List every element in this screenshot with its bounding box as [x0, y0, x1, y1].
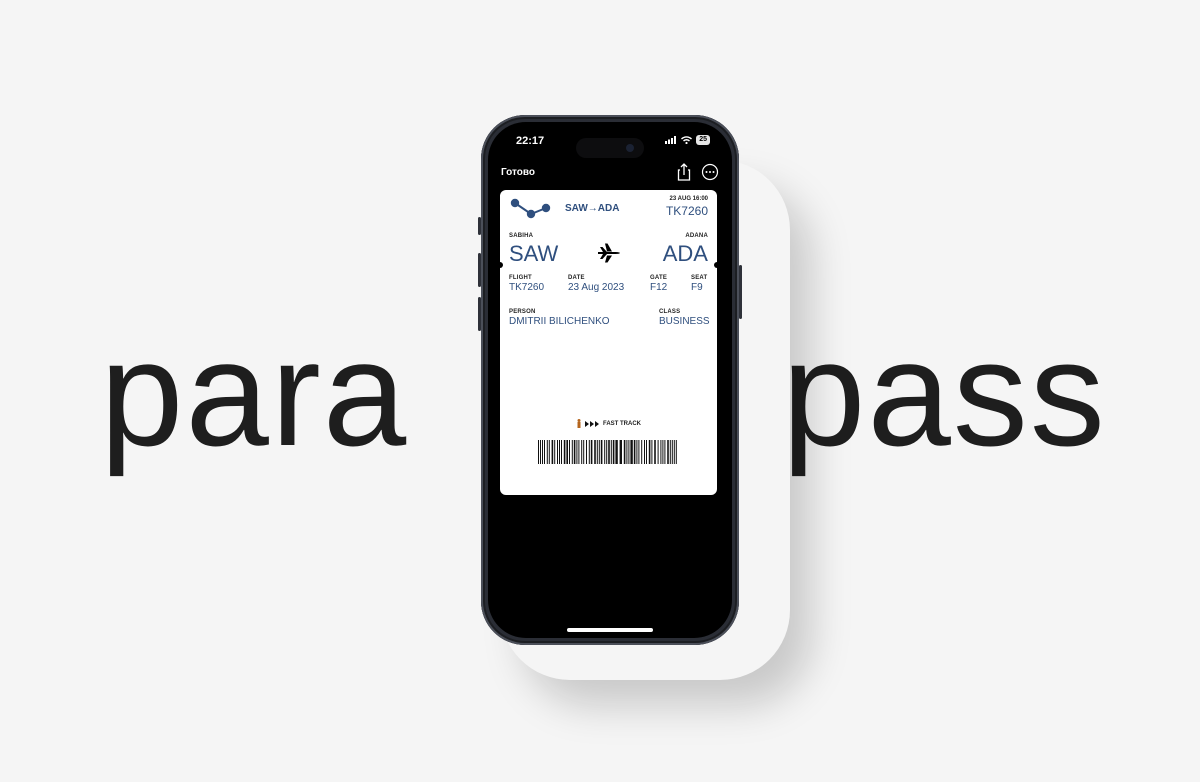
- class-label: CLASS: [659, 309, 681, 315]
- origin-code: SAW: [509, 241, 559, 266]
- action-button: [478, 217, 481, 235]
- header-flight: TK7260: [665, 204, 708, 218]
- date-value: 23 Aug 2023: [568, 282, 625, 293]
- logo-dots-icon: [510, 198, 551, 219]
- battery-icon: 25: [696, 135, 710, 145]
- status-icons: 25: [665, 135, 710, 145]
- volume-up-button: [478, 253, 481, 287]
- pass-notch-right: [714, 262, 720, 268]
- status-time: 22:17: [516, 135, 545, 147]
- signal-icon: [665, 136, 677, 144]
- fast-track-badge: FAST TRACK: [576, 419, 641, 428]
- barcode: [538, 440, 677, 464]
- date-label: DATE: [568, 275, 585, 281]
- fast-track-icon: [577, 419, 581, 428]
- fast-track-label: FAST TRACK: [603, 420, 641, 427]
- done-button[interactable]: Готово: [501, 167, 535, 178]
- pass-notch-left: [497, 262, 503, 268]
- flight-label: FLIGHT: [509, 275, 532, 281]
- class-value: BUSINESS: [659, 316, 710, 327]
- flight-value: TK7260: [509, 282, 545, 293]
- volume-down-button: [478, 297, 481, 331]
- home-indicator[interactable]: [567, 628, 653, 632]
- destination-label: ADANA: [685, 233, 708, 239]
- headline-left-word: para: [100, 309, 409, 477]
- arrows-icon: [585, 420, 599, 427]
- phone-frame: 22:17 25 Готово SAW→ADA 23 AUG 16:00 TK7…: [478, 115, 742, 645]
- person-label: PERSON: [509, 309, 536, 315]
- wifi-icon: [681, 136, 693, 144]
- boarding-pass-card[interactable]: SAW→ADA 23 AUG 16:00 TK7260 SABIHA ADANA…: [497, 190, 720, 495]
- route-short: SAW→ADA: [565, 203, 620, 214]
- seat-value: F9: [691, 282, 703, 293]
- gate-value: F12: [650, 282, 668, 293]
- origin-label: SABIHA: [509, 233, 534, 239]
- airplane-icon: [598, 243, 620, 263]
- dynamic-island: [576, 138, 644, 158]
- more-icon[interactable]: [701, 163, 719, 181]
- person-value: DMITRII BILICHENKO: [509, 316, 610, 327]
- seat-label: SEAT: [691, 275, 708, 281]
- destination-code: ADA: [662, 241, 708, 266]
- phone-screen: 22:17 25 Готово SAW→ADA 23 AUG 16:00 TK7…: [488, 122, 732, 638]
- power-button: [739, 265, 742, 319]
- camera-icon: [626, 144, 634, 152]
- gate-label: GATE: [650, 275, 668, 281]
- headline-right-word: pass: [782, 309, 1107, 477]
- share-icon[interactable]: [675, 162, 693, 182]
- header-date: 23 AUG 16:00: [669, 196, 708, 202]
